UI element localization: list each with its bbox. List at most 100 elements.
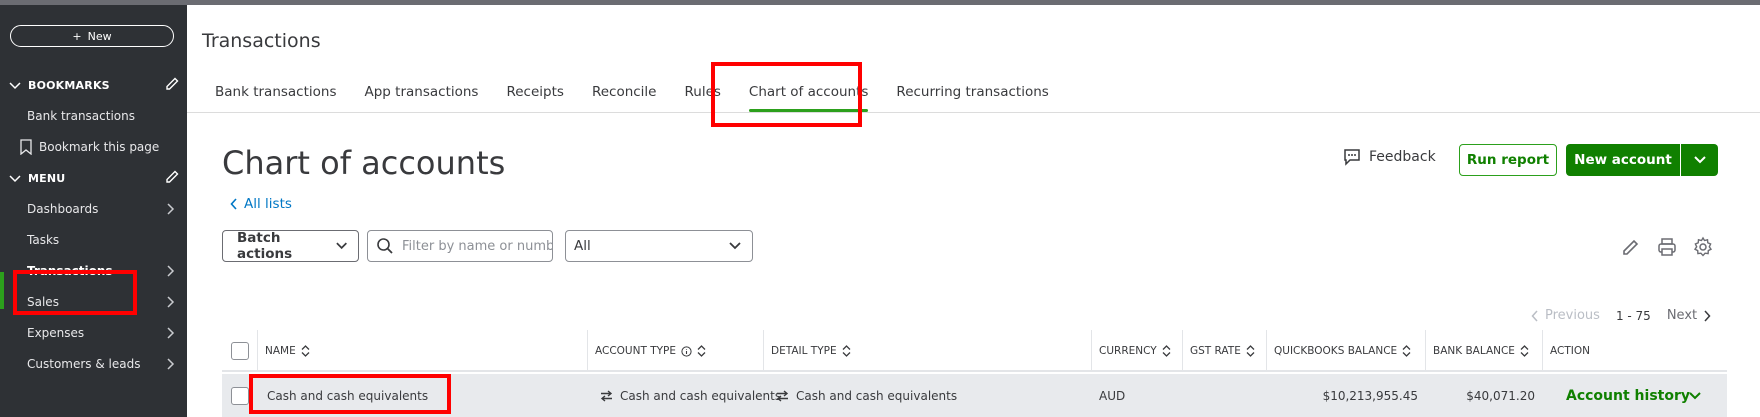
tab-app-transactions[interactable]: App transactions	[351, 78, 493, 112]
chevron-right-icon	[167, 327, 175, 339]
feedback-icon	[1344, 149, 1360, 166]
print-icon[interactable]	[1656, 236, 1678, 258]
column-label: CURRENCY	[1099, 345, 1157, 357]
feedback-button[interactable]: Feedback	[1343, 148, 1436, 166]
column-label: GST RATE	[1190, 345, 1241, 357]
row-checkbox[interactable]	[231, 386, 249, 405]
page-range: 1 - 75	[1615, 308, 1651, 323]
column-header-name[interactable]: NAME	[257, 330, 587, 372]
chevron-down-icon	[9, 82, 21, 90]
account-type-value: Cash and cash equivalents	[620, 388, 782, 403]
bookmarks-heading-label: BOOKMARKS	[28, 78, 110, 92]
chevron-down-icon	[1693, 156, 1706, 164]
row-account-type: Cash and cash equivalents	[600, 374, 781, 417]
batch-actions-dropdown[interactable]: Batch actions	[222, 230, 359, 262]
sidebar-item-customers-leads[interactable]: Customers & leads	[0, 350, 187, 378]
tab-bank-transactions[interactable]: Bank transactions	[202, 78, 351, 112]
chevron-down-icon	[336, 242, 347, 250]
sidebar-item-dashboards[interactable]: Dashboards	[0, 195, 187, 223]
tab-reconcile[interactable]: Reconcile	[578, 78, 671, 112]
new-button-label: New	[87, 29, 112, 43]
sort-icon	[1162, 345, 1171, 357]
column-header-bank-balance[interactable]: BANK BALANCE	[1425, 330, 1542, 372]
column-header-detail-type[interactable]: DETAIL TYPE	[763, 330, 1091, 372]
sidebar-item-expenses[interactable]: Expenses	[0, 319, 187, 347]
highlight-box-sidebar	[13, 270, 137, 315]
next-page-button[interactable]: Next	[1667, 308, 1711, 323]
next-label: Next	[1666, 308, 1698, 323]
sidebar-item-tasks[interactable]: Tasks	[0, 226, 187, 254]
new-account-button[interactable]: New account	[1566, 144, 1680, 176]
main-title: Chart of accounts	[222, 144, 506, 182]
sort-icon	[842, 345, 851, 357]
chevron-left-icon	[230, 198, 237, 210]
pencil-icon[interactable]	[164, 76, 180, 92]
sidebar-item-bookmark-this-page[interactable]: Bookmark this page	[0, 133, 187, 161]
row-currency: AUD	[1099, 388, 1126, 403]
sort-icon	[1246, 345, 1255, 357]
account-type-select[interactable]: All	[565, 230, 753, 262]
gear-icon[interactable]	[1692, 236, 1714, 258]
run-report-button[interactable]: Run report	[1459, 144, 1557, 176]
sort-icon	[697, 345, 706, 357]
chevron-right-icon	[167, 296, 175, 308]
column-label: BANK BALANCE	[1433, 345, 1515, 357]
plus-icon: +	[72, 29, 82, 43]
column-label: NAME	[265, 345, 296, 357]
tab-receipts[interactable]: Receipts	[492, 78, 577, 112]
column-label: ACCOUNT TYPE	[595, 345, 677, 357]
transfer-icon	[600, 389, 613, 402]
filter-search-field[interactable]	[367, 230, 553, 262]
select-all-checkbox[interactable]	[231, 342, 249, 360]
column-header-gst-rate[interactable]: GST RATE	[1182, 330, 1266, 372]
chevron-down-icon	[1689, 391, 1701, 399]
top-strip	[0, 0, 1760, 5]
sidebar-item-label: Bank transactions	[27, 109, 135, 123]
chevron-right-icon	[1704, 309, 1711, 322]
chevron-right-icon	[167, 203, 175, 215]
chevron-left-icon	[1531, 309, 1538, 322]
table-tools	[1620, 236, 1714, 258]
edit-pencil-icon[interactable]	[1620, 236, 1642, 258]
column-header-action: ACTION	[1542, 330, 1727, 372]
previous-label: Previous	[1545, 308, 1600, 323]
menu-heading[interactable]: MENU	[8, 168, 180, 188]
filter-input[interactable]	[402, 238, 552, 254]
menu-heading-label: MENU	[28, 171, 66, 185]
column-header-account-type[interactable]: ACCOUNT TYPE	[587, 330, 763, 372]
column-header-quickbooks-balance[interactable]: QUICKBOOKS BALANCE	[1266, 330, 1425, 372]
column-header-currency[interactable]: CURRENCY	[1091, 330, 1182, 372]
table-header: NAME ACCOUNT TYPE DETAIL TYPE CURRENCY G…	[222, 330, 1727, 372]
column-label: QUICKBOOKS BALANCE	[1274, 345, 1398, 357]
detail-type-value: Cash and cash equivalents	[796, 388, 958, 403]
account-history-link[interactable]: Account history	[1566, 374, 1690, 417]
tab-recurring-transactions[interactable]: Recurring transactions	[882, 78, 1062, 112]
bookmarks-heading[interactable]: BOOKMARKS	[8, 75, 180, 95]
pencil-icon[interactable]	[164, 169, 180, 185]
info-icon[interactable]	[681, 345, 692, 357]
new-account-dropdown-button[interactable]	[1681, 144, 1718, 176]
row-detail-type: Cash and cash equivalents	[776, 374, 957, 417]
sidebar-item-bank-transactions[interactable]: Bank transactions	[0, 102, 187, 130]
previous-page-button[interactable]: Previous	[1531, 308, 1600, 323]
pagination: Previous 1 - 75 Next	[1531, 308, 1711, 323]
chevron-right-icon	[167, 265, 175, 277]
row-select-cell	[231, 374, 249, 417]
chevron-right-icon	[167, 358, 175, 370]
sidebar-item-label: Bookmark this page	[39, 140, 160, 154]
sidebar-item-label: Customers & leads	[27, 357, 141, 371]
highlight-box-row	[249, 374, 451, 414]
sort-icon	[301, 345, 310, 357]
select-all-cell	[231, 330, 249, 372]
sidebar-item-label: Dashboards	[27, 202, 99, 216]
all-lists-link[interactable]: All lists	[230, 196, 292, 212]
bookmark-icon	[20, 139, 32, 155]
sidebar: + New BOOKMARKS Bank transactions Bookma…	[0, 5, 187, 417]
batch-actions-label: Batch actions	[237, 230, 293, 262]
highlight-box-tab	[711, 62, 862, 127]
account-history-label: Account history	[1566, 387, 1690, 404]
row-quickbooks-balance: $10,213,955.45	[1322, 388, 1418, 403]
row-action-dropdown[interactable]	[1688, 374, 1702, 417]
new-button[interactable]: + New	[10, 25, 174, 47]
sort-icon	[1402, 345, 1411, 357]
